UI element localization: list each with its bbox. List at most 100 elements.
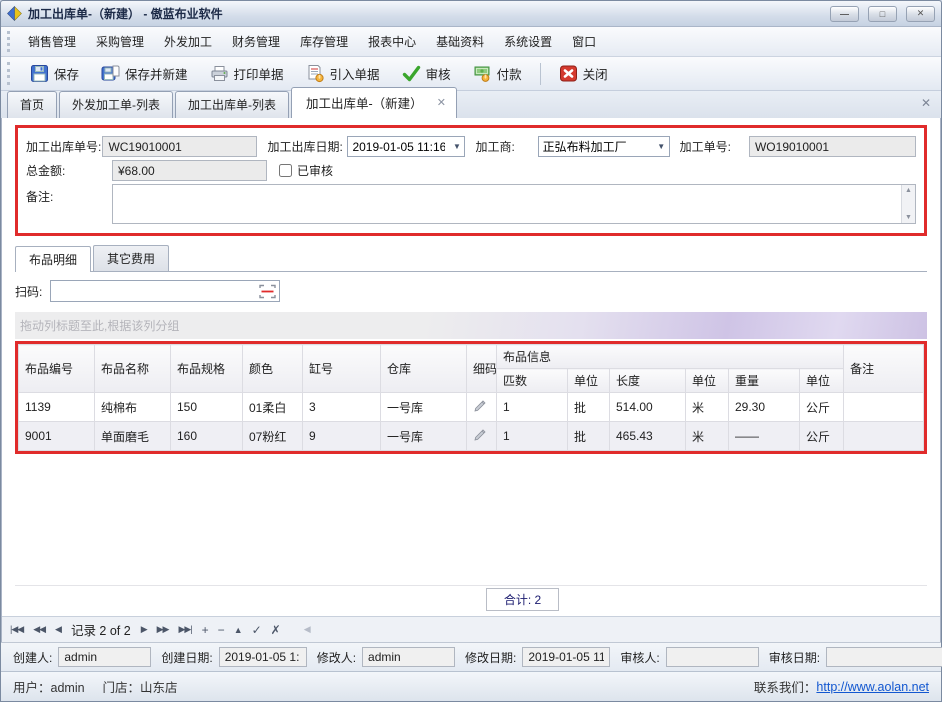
cell-name[interactable]: 单面磨毛 [95,422,171,451]
toolbar-grip-handle[interactable] [7,62,12,85]
total-amount-field[interactable] [112,160,267,181]
modifier-field[interactable] [362,647,455,667]
col-header-name[interactable]: 布品名称 [95,345,171,393]
tab-home[interactable]: 首页 [7,91,57,118]
nav-delete-button[interactable]: − [218,623,224,637]
cell-length[interactable]: 514.00 [610,393,686,422]
maximize-button[interactable]: □ [868,6,897,22]
col-header-color[interactable]: 颜色 [243,345,303,393]
cell-spec[interactable]: 150 [171,393,243,422]
cell-unit1[interactable]: 批 [568,393,610,422]
cell-remark[interactable] [844,422,924,451]
cell-vat[interactable]: 3 [303,393,381,422]
order-date-picker[interactable]: ▼ [347,136,465,157]
group-by-panel[interactable]: 拖动列标题至此,根据该列分组 [15,312,927,339]
col-header-remark[interactable]: 备注 [844,345,924,393]
nav-first-button[interactable]: |◀◀ [10,624,23,635]
nav-next-page-button[interactable]: ▶▶ [157,624,169,635]
nav-cancel-button[interactable]: ✗ [271,623,280,637]
cell-color[interactable]: 01柔白 [243,393,303,422]
processor-select[interactable]: ▼ [538,136,670,157]
col-header-vat[interactable]: 缸号 [303,345,381,393]
tab-fabric-detail[interactable]: 布品明细 [15,246,91,272]
audited-checkbox-group[interactable]: 已审核 [279,162,333,179]
cell-pieces[interactable]: 1 [497,393,568,422]
tab-close-icon[interactable]: ✕ [437,96,446,109]
col-header-warehouse[interactable]: 仓库 [381,345,467,393]
pencil-icon[interactable] [473,428,487,442]
cell-unit3[interactable]: 公斤 [800,422,844,451]
menu-finance[interactable]: 财务管理 [222,28,290,55]
scroll-down-icon[interactable]: ▼ [902,212,915,223]
cell-remark[interactable] [844,393,924,422]
nav-last-button[interactable]: ▶▶| [178,624,191,635]
pay-button[interactable]: 付款 [463,59,532,88]
minimize-button[interactable]: — [830,6,859,22]
col-header-code[interactable]: 布品编号 [19,345,95,393]
menu-system[interactable]: 系统设置 [494,28,562,55]
work-order-field[interactable] [749,136,916,157]
tab-outbound-new[interactable]: 加工出库单-（新建） ✕ [291,87,457,118]
cell-fine-code[interactable] [467,393,497,422]
close-button[interactable]: 关闭 [549,59,618,88]
cell-unit1[interactable]: 批 [568,422,610,451]
scroll-up-icon[interactable]: ▲ [902,185,915,196]
cell-unit2[interactable]: 米 [686,422,729,451]
col-header-weight[interactable]: 重量 [729,369,800,393]
audit-button[interactable]: 审核 [392,59,461,88]
cell-weight[interactable]: —— [729,422,800,451]
cell-warehouse[interactable]: 一号库 [381,422,467,451]
pencil-icon[interactable] [473,399,487,413]
table-row[interactable]: 9001 单面磨毛 160 07粉红 9 一号库 1 [19,422,924,451]
modify-date-field[interactable] [522,647,610,667]
col-header-unit2[interactable]: 单位 [686,369,729,393]
col-header-unit1[interactable]: 单位 [568,369,610,393]
audited-checkbox[interactable] [279,164,292,177]
nav-next-button[interactable]: ▶ [141,624,147,635]
nav-add-button[interactable]: + [202,623,208,637]
cell-code[interactable]: 9001 [19,422,95,451]
nav-scroll-left-icon[interactable]: ◀ [304,624,310,635]
audit-date-field[interactable] [826,647,942,667]
print-button[interactable]: 打印单据 [200,59,294,88]
cell-color[interactable]: 07粉红 [243,422,303,451]
col-group-fabric-info[interactable]: 布品信息 [497,345,844,369]
order-date-input[interactable] [348,140,449,154]
col-header-pieces[interactable]: 匹数 [497,369,568,393]
scan-input-box[interactable] [50,280,280,302]
chevron-down-icon[interactable]: ▼ [654,142,669,151]
nav-edit-button[interactable]: ▲ [234,625,242,635]
cell-pieces[interactable]: 1 [497,422,568,451]
cell-name[interactable]: 纯棉布 [95,393,171,422]
save-and-new-button[interactable]: 保存并新建 [91,59,198,88]
menu-sales[interactable]: 销售管理 [18,28,86,55]
menu-grip-handle[interactable] [7,31,12,51]
menu-base-data[interactable]: 基础资料 [426,28,494,55]
remark-textarea[interactable] [113,185,901,223]
close-window-button[interactable]: ✕ [906,6,935,22]
col-header-length[interactable]: 长度 [610,369,686,393]
order-no-field[interactable] [102,136,257,157]
nav-prev-button[interactable]: ◀ [55,624,61,635]
cell-vat[interactable]: 9 [303,422,381,451]
cell-fine-code[interactable] [467,422,497,451]
nav-prev-page-button[interactable]: ◀◀ [33,624,45,635]
contact-link[interactable]: http://www.aolan.net [816,680,929,694]
menu-outsourcing[interactable]: 外发加工 [154,28,222,55]
cell-weight[interactable]: 29.30 [729,393,800,422]
nav-post-button[interactable]: ✓ [252,623,261,637]
tab-outsource-list[interactable]: 外发加工单-列表 [59,91,173,118]
create-date-field[interactable] [219,647,307,667]
scan-input[interactable] [51,284,259,298]
cell-length[interactable]: 465.43 [610,422,686,451]
menu-window[interactable]: 窗口 [562,28,606,55]
save-button[interactable]: 保存 [20,59,89,88]
cell-code[interactable]: 1139 [19,393,95,422]
tabstrip-close-icon[interactable]: ✕ [921,96,931,110]
auditor-field[interactable] [666,647,759,667]
import-button[interactable]: 引入单据 [296,59,390,88]
processor-input[interactable] [539,140,654,154]
creator-field[interactable] [58,647,151,667]
chevron-down-icon[interactable]: ▼ [449,142,464,151]
cell-unit3[interactable]: 公斤 [800,393,844,422]
